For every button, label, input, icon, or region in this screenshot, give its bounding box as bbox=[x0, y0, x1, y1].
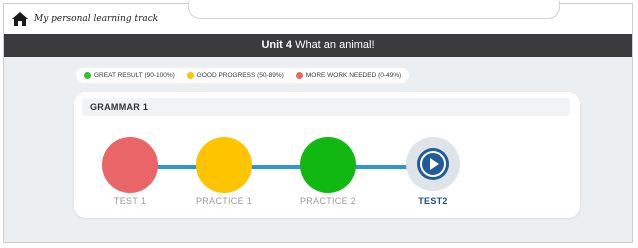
top-search-box[interactable] bbox=[188, 1, 560, 19]
unit-title: What an animal! bbox=[295, 39, 375, 51]
step-node-practice-2[interactable] bbox=[300, 137, 356, 193]
step-label-practice-1: PRACTICE 1 bbox=[195, 196, 252, 206]
yellow-dot-icon bbox=[186, 72, 194, 79]
home-icon[interactable] bbox=[12, 12, 28, 26]
score-legend: GREAT RESULT (90-100%) GOOD PROGRESS (50… bbox=[76, 68, 410, 83]
legend-label: GOOD PROGRESS (50-89%) bbox=[196, 72, 284, 79]
card-header: GRAMMAR 1 bbox=[82, 98, 570, 116]
legend-item-more-work: MORE WORK NEEDED (0-49%) bbox=[295, 72, 402, 79]
legend-label: GREAT RESULT (90-100%) bbox=[94, 72, 175, 79]
card-title: GRAMMAR 1 bbox=[90, 102, 149, 112]
step-label-practice-2: PRACTICE 2 bbox=[299, 196, 356, 206]
app-brand-title: My personal learning track bbox=[34, 14, 159, 24]
play-icon[interactable] bbox=[417, 148, 449, 180]
progress-track-line bbox=[130, 165, 440, 169]
legend-item-great: GREAT RESULT (90-100%) bbox=[84, 72, 175, 79]
step-label-test-1: TEST 1 bbox=[113, 196, 147, 206]
step-node-practice-1[interactable] bbox=[196, 137, 252, 193]
step-label-test-2[interactable]: TEST2 bbox=[393, 196, 473, 206]
green-dot-icon bbox=[84, 72, 91, 79]
unit-number: Unit 4 bbox=[261, 39, 292, 51]
grammar-card: GRAMMAR 1 TEST 1 PRACTICE 1 PRACTICE 2 T… bbox=[74, 92, 580, 218]
step-node-test-2[interactable] bbox=[406, 137, 460, 191]
legend-item-good: GOOD PROGRESS (50-89%) bbox=[186, 72, 284, 79]
step-node-test-1[interactable] bbox=[102, 137, 158, 193]
red-dot-icon bbox=[295, 72, 303, 79]
legend-label: MORE WORK NEEDED (0-49%) bbox=[305, 72, 402, 79]
app-window: My personal learning track Unit 4 What a… bbox=[3, 1, 633, 243]
top-bar: My personal learning track bbox=[4, 1, 632, 34]
unit-header: Unit 4 What an animal! bbox=[4, 34, 632, 57]
